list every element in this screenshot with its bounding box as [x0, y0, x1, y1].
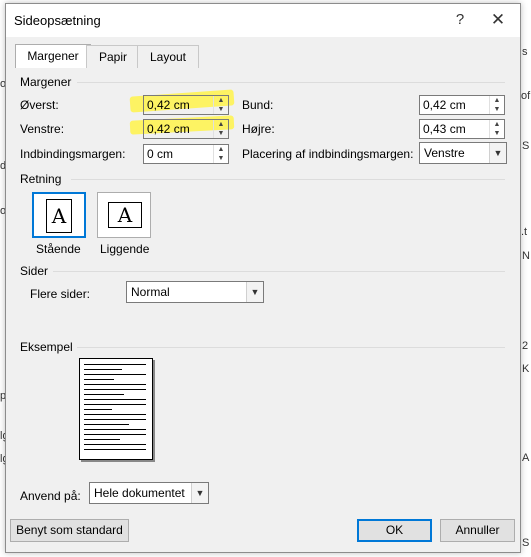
landscape-button[interactable]: A [97, 192, 151, 238]
page-setup-dialog: Sideopsætning ? ✕ Margener Papir Layout … [5, 3, 521, 553]
bg-text: s [522, 46, 528, 58]
cancel-button[interactable]: Annuller [440, 519, 515, 542]
spin-down-icon[interactable]: ▼ [490, 105, 504, 114]
bg-text: 2 [522, 340, 529, 352]
ok-button[interactable]: OK [357, 519, 432, 542]
gutter-label: Indbindingsmargen: [20, 147, 126, 161]
chevron-down-icon[interactable]: ▼ [191, 483, 208, 503]
spin-up-icon[interactable]: ▲ [490, 120, 504, 129]
tab-margins[interactable]: Margener [15, 44, 91, 69]
bg-text: A [522, 452, 530, 464]
divider [71, 179, 505, 180]
gutter-value: 0 cm [147, 147, 174, 161]
pages-group-title: Sider [20, 264, 49, 278]
title-bar: Sideopsætning ? ✕ [6, 4, 520, 37]
dialog-title: Sideopsætning [14, 13, 101, 28]
bottom-margin-label: Bund: [242, 98, 274, 112]
divider [53, 271, 505, 272]
apply-to-value: Hele dokumentet [94, 486, 185, 500]
left-margin-label: Venstre: [20, 122, 65, 136]
chevron-down-icon[interactable]: ▼ [489, 143, 506, 163]
top-margin-spinner[interactable]: 0,42 cm ▲ ▼ [143, 95, 229, 115]
tab-paper[interactable]: Papir [86, 45, 140, 68]
bottom-margin-value: 0,42 cm [423, 98, 466, 112]
bg-text: of [521, 90, 531, 102]
tab-layout[interactable]: Layout [137, 45, 199, 68]
multiple-pages-value: Normal [131, 285, 170, 299]
apply-to-label: Anvend på: [20, 489, 81, 503]
multiple-pages-label: Flere sider: [30, 287, 91, 301]
landscape-label: Liggende [100, 242, 150, 256]
spin-down-icon[interactable]: ▼ [214, 129, 228, 138]
help-icon[interactable]: ? [450, 10, 470, 30]
bg-text: S [522, 537, 530, 549]
portrait-label: Stående [36, 242, 81, 256]
right-margin-label: Højre: [242, 122, 275, 136]
margins-group-title: Margener [20, 75, 72, 89]
spin-down-icon[interactable]: ▼ [214, 105, 228, 114]
portrait-page-icon: A [46, 199, 72, 233]
chevron-down-icon[interactable]: ▼ [246, 282, 263, 302]
bottom-margin-spinner[interactable]: 0,42 cm ▲ ▼ [419, 95, 505, 115]
gutter-position-select[interactable]: Venstre ▼ [419, 142, 507, 164]
apply-to-select[interactable]: Hele dokumentet ▼ [89, 482, 209, 504]
bg-text: K [522, 363, 530, 375]
margins-panel: Margener Øverst: Venstre: Indbindingsmar… [15, 68, 510, 512]
top-margin-label: Øverst: [20, 98, 59, 112]
close-icon[interactable]: ✕ [488, 10, 508, 30]
right-margin-value: 0,43 cm [423, 122, 466, 136]
left-margin-value: 0,42 cm [147, 122, 190, 136]
portrait-button[interactable]: A [32, 192, 86, 238]
bg-text: .t [521, 226, 528, 238]
gutter-spinner[interactable]: 0 cm ▲ ▼ [143, 144, 229, 164]
bg-text: S [522, 140, 530, 152]
page-preview [79, 358, 153, 460]
top-margin-value: 0,42 cm [147, 98, 190, 112]
bg-text: N [522, 250, 530, 262]
spin-up-icon[interactable]: ▲ [214, 120, 228, 129]
spin-up-icon[interactable]: ▲ [490, 96, 504, 105]
landscape-page-icon: A [108, 202, 142, 228]
spin-up-icon[interactable]: ▲ [214, 96, 228, 105]
left-margin-spinner[interactable]: 0,42 cm ▲ ▼ [143, 119, 229, 139]
orientation-group-title: Retning [20, 172, 62, 186]
preview-group-title: Eksempel [20, 340, 73, 354]
gutter-position-value: Venstre [424, 146, 465, 160]
spin-up-icon[interactable]: ▲ [214, 145, 228, 154]
divider [77, 347, 505, 348]
set-as-default-button[interactable]: Benyt som standard [10, 519, 129, 542]
spin-down-icon[interactable]: ▼ [490, 129, 504, 138]
right-margin-spinner[interactable]: 0,43 cm ▲ ▼ [419, 119, 505, 139]
gutter-position-label: Placering af indbindingsmargen: [242, 147, 414, 161]
multiple-pages-select[interactable]: Normal ▼ [126, 281, 264, 303]
spin-down-icon[interactable]: ▼ [214, 154, 228, 163]
divider [77, 82, 505, 83]
